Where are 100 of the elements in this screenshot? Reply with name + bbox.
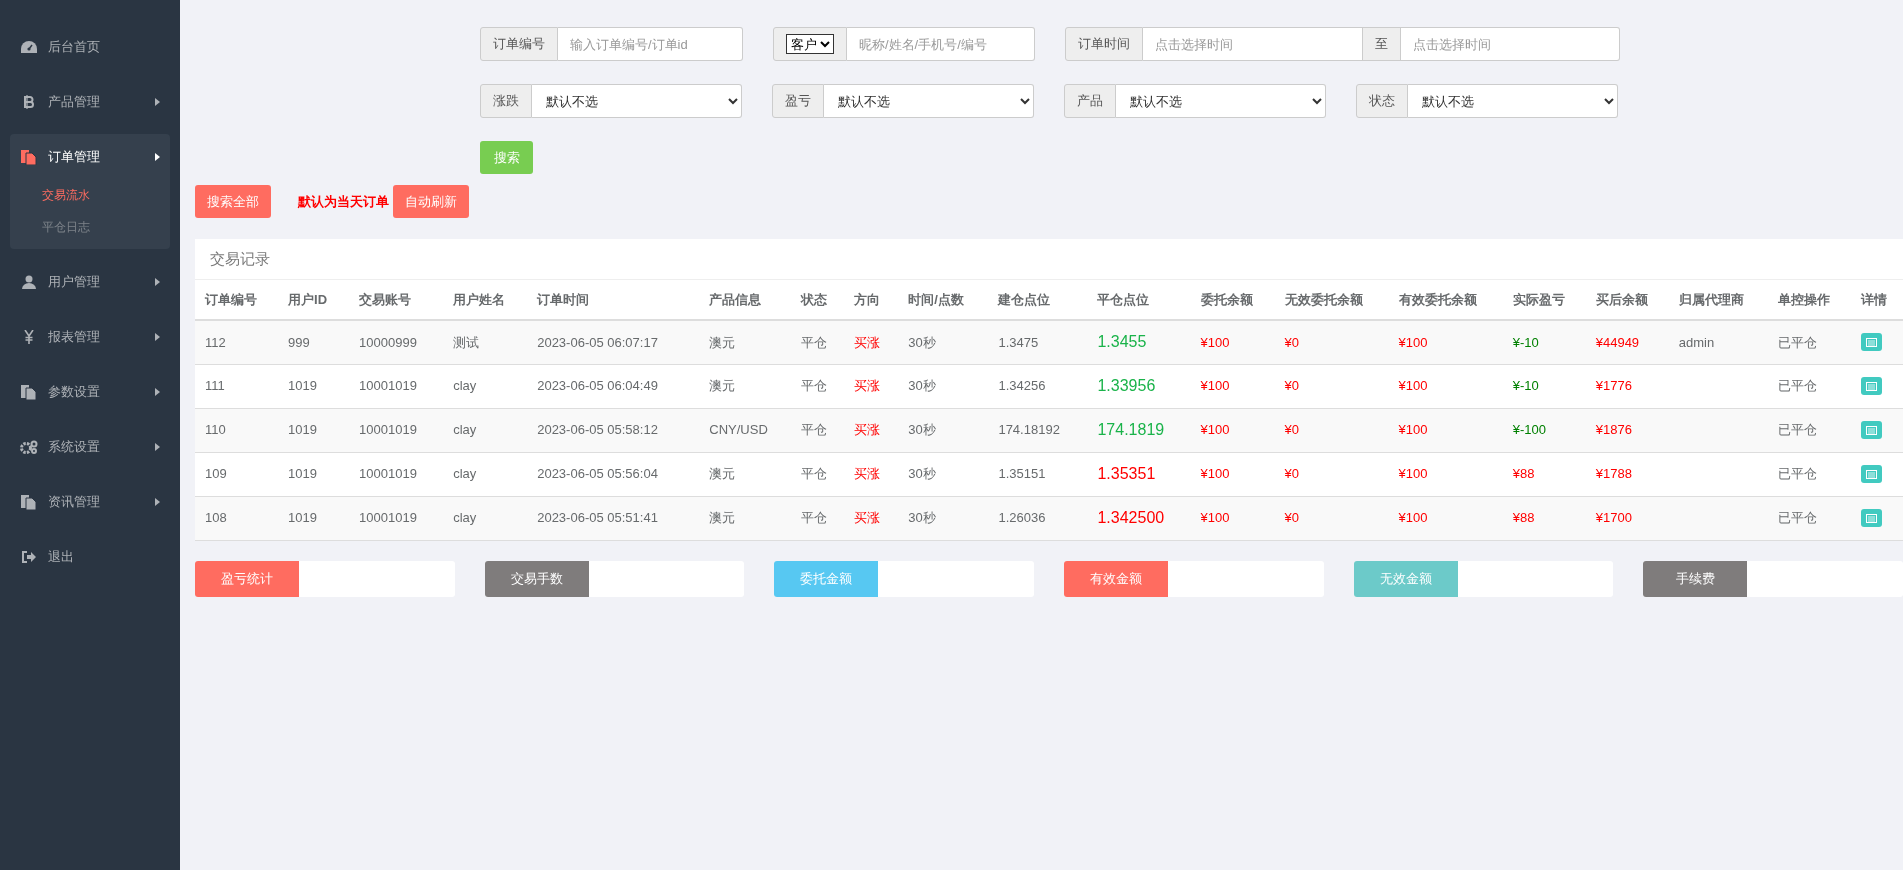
table-cell: 平仓 [801,466,828,482]
table-cell: 2023-06-05 05:56:04 [537,466,658,482]
column-header: 买后余额 [1585,280,1669,320]
stat-label: 盈亏统计 [195,560,299,597]
column-header: 交易账号 [349,280,444,320]
table-cell: ¥44949 [1595,334,1640,350]
dropdown[interactable]: 默认不选 [1116,84,1326,118]
table-cell: 10000999 [359,334,417,350]
user-icon [20,274,38,289]
table-cell: 澳元 [709,466,736,482]
table-cell: ¥-10 [1512,378,1539,394]
table-cell: ¥100 [1200,510,1230,526]
table-cell: 已平仓 [1777,422,1817,438]
table-cell: 已平仓 [1777,378,1817,394]
table-cell: 174.18192 [998,422,1060,438]
table-cell: 30秒 [908,510,936,526]
field-label: 盈亏 [772,84,824,118]
list-icon [1865,381,1877,391]
table-cell: 已平仓 [1777,510,1817,526]
sidebar-item[interactable]: 订单管理 [10,134,170,179]
dropdown[interactable]: 默认不选 [1408,84,1618,118]
table-cell: ¥0 [1284,378,1299,394]
table-cell: 买涨 [854,466,881,482]
table-cell: 30秒 [908,334,936,350]
field-label: 状态 [1356,84,1408,118]
sidebar-item[interactable]: 后台首页 [10,24,170,69]
list-icon [1865,425,1877,435]
stat-label: 手续费 [1643,560,1748,597]
sidebar-item[interactable]: 退出 [10,534,170,579]
column-header: 方向 [844,280,899,320]
column-header: 建仓点位 [988,280,1088,320]
table-cell: 澳元 [709,510,736,526]
details-button[interactable] [1860,509,1882,527]
submenu-item[interactable]: 交易流水 [10,179,170,211]
dashboard-icon [20,40,38,53]
table-cell: ¥1700 [1595,510,1632,526]
table-cell: 平仓 [801,510,828,526]
table-cell: ¥0 [1284,466,1299,482]
text-field[interactable]: 昵称/姓名/手机号/编号 [847,27,1035,61]
details-button[interactable] [1860,421,1882,439]
table-cell: 111 [205,378,225,394]
sidebar-item[interactable]: 系统设置 [10,424,170,469]
details-button[interactable] [1860,377,1882,395]
text-field[interactable]: 输入订单编号/订单id [558,27,743,61]
table-cell: 已平仓 [1777,466,1817,482]
table-cell: ¥100 [1398,466,1428,482]
sidebar-item[interactable]: 产品管理 [10,79,170,124]
column-header: 用户姓名 [443,280,528,320]
stat-label: 委托金额 [774,560,879,597]
table-cell: ¥100 [1398,334,1428,350]
gears-icon [20,439,38,454]
table-cell: 10001019 [359,422,417,438]
table-cell: 1.34256 [998,378,1046,394]
column-header: 状态 [791,280,845,320]
dropdown[interactable]: 默认不选 [824,84,1034,118]
field-label: 订单时间 [1065,27,1143,61]
table-cell: 1.35351 [1097,465,1156,482]
table-cell: 2023-06-05 05:51:41 [537,510,658,526]
table-cell: 平仓 [801,422,828,438]
details-button[interactable] [1860,465,1882,483]
table-cell: 1019 [288,422,317,438]
column-header: 用户ID [278,280,350,320]
table-cell: ¥100 [1200,466,1230,482]
table-cell: ¥88 [1512,510,1535,526]
note-text: 默认为当天订单 [298,192,389,211]
table-cell: 澳元 [709,334,736,350]
table-cell: clay [453,466,477,482]
caret-icon [155,387,160,396]
sidebar-item[interactable]: 用户管理 [10,259,170,304]
table-cell: 1.35151 [998,466,1046,482]
documents-icon [20,148,38,165]
table-cell: 1.3455 [1097,333,1147,351]
column-header: 无效委托余额 [1274,280,1389,320]
column-header: 时间/点数 [898,280,989,320]
caret-icon [155,332,160,341]
table-cell: 112 [205,334,226,350]
column-header: 平仓点位 [1087,280,1191,320]
table-cell: 1.3475 [998,334,1039,350]
documents-icon [20,383,38,400]
table-cell: ¥100 [1200,334,1230,350]
list-icon [1865,513,1877,523]
column-header: 订单时间 [527,280,700,320]
table-cell: ¥-100 [1512,422,1546,438]
dropdown[interactable]: 默认不选 [532,84,742,118]
text-field[interactable]: 点击选择时间 [1400,27,1620,61]
sidebar-item[interactable]: 参数设置 [10,369,170,414]
text-field[interactable]: 点击选择时间 [1143,27,1363,61]
table-cell: ¥100 [1200,378,1230,394]
sidebar-item[interactable]: 报表管理 [10,314,170,359]
table-cell: ¥100 [1398,378,1428,394]
table-cell: ¥100 [1398,422,1428,438]
table-cell: ¥0 [1284,334,1299,350]
customer-select[interactable]: 客户 [786,34,834,54]
caret-icon [155,97,160,106]
table-cell: 已平仓 [1777,334,1817,350]
table-cell: 30秒 [908,466,936,482]
details-button[interactable] [1860,333,1882,352]
table-cell: clay [453,422,477,438]
sidebar-item[interactable]: 资讯管理 [10,479,170,524]
table-cell: ¥0 [1284,422,1299,438]
